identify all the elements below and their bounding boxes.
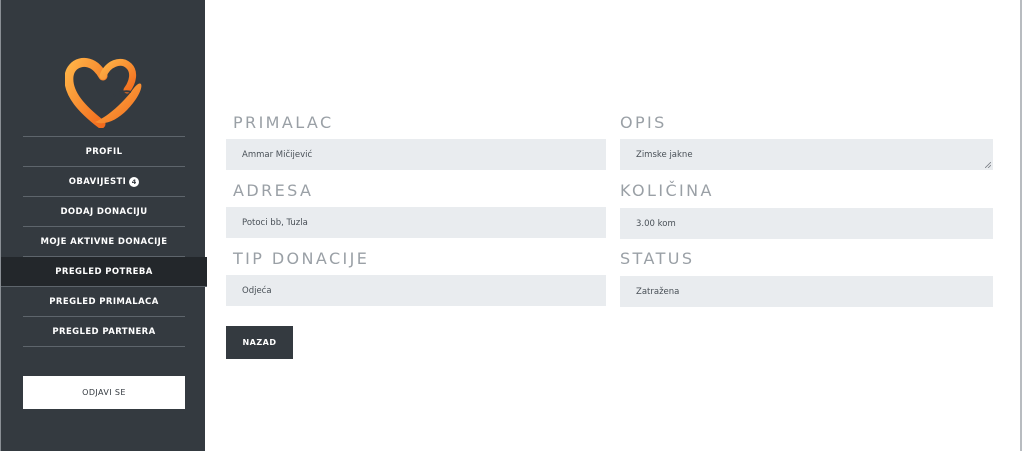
kolicina-field[interactable]: 3.00 kom xyxy=(620,208,993,239)
sidebar-item-dodaj-donaciju[interactable]: DODAJ DONACIJU xyxy=(23,197,185,227)
logout-button[interactable]: ODJAVI SE xyxy=(23,376,185,409)
tip-donacije-field[interactable]: Odjeća xyxy=(226,275,606,306)
sidebar-item-pregled-partnera[interactable]: PREGLED PARTNERA xyxy=(23,317,185,347)
tip-donacije-label: TIP DONACIJE xyxy=(233,249,370,268)
notification-count-badge: 4 xyxy=(129,176,140,187)
kolicina-label: KOLIČINA xyxy=(620,181,714,200)
sidebar-item-pregled-potreba[interactable]: PREGLED POTREBA xyxy=(1,257,207,287)
sidebar-item-label: MOJE AKTIVNE DONACIJE xyxy=(40,236,168,247)
sidebar-item-moje-aktivne-donacije[interactable]: MOJE AKTIVNE DONACIJE xyxy=(23,227,185,257)
sidebar-item-label: PREGLED POTREBA xyxy=(55,266,153,277)
sidebar-item-label: DODAJ DONACIJU xyxy=(60,206,148,217)
sidebar-item-profil[interactable]: PROFIL xyxy=(23,137,185,167)
sidebar-item-label: OBAVIJESTI xyxy=(68,176,127,187)
sidebar-item-label: PREGLED PRIMALACA xyxy=(49,296,159,307)
sidebar: PROFIL OBAVIJESTI 4 DODAJ DONACIJU MOJE A… xyxy=(1,0,207,451)
sidebar-item-obavijesti[interactable]: OBAVIJESTI 4 xyxy=(23,167,185,197)
heart-hand-logo xyxy=(65,57,142,128)
resize-handle-icon[interactable] xyxy=(985,162,991,168)
sidebar-nav: PROFIL OBAVIJESTI 4 DODAJ DONACIJU MOJE A… xyxy=(1,136,207,347)
sidebar-item-label: PROFIL xyxy=(85,146,123,157)
primalac-field[interactable]: Ammar Mičijević xyxy=(226,139,606,170)
adresa-field[interactable]: Potoci bb, Tuzla xyxy=(226,207,606,238)
back-button[interactable]: NAZAD xyxy=(226,326,293,359)
adresa-label: ADRESA xyxy=(233,181,314,200)
opis-value: Zimske jakne xyxy=(636,149,693,160)
status-field[interactable]: Zatražena xyxy=(620,276,993,307)
opis-textarea[interactable]: Zimske jakne xyxy=(620,139,993,170)
status-label: STATUS xyxy=(620,249,695,268)
sidebar-item-pregled-primalaca[interactable]: PREGLED PRIMALACA xyxy=(23,287,185,317)
sidebar-item-label: PREGLED PARTNERA xyxy=(52,326,156,337)
primalac-label: PRIMALAC xyxy=(233,113,334,132)
opis-label: OPIS xyxy=(620,113,667,132)
